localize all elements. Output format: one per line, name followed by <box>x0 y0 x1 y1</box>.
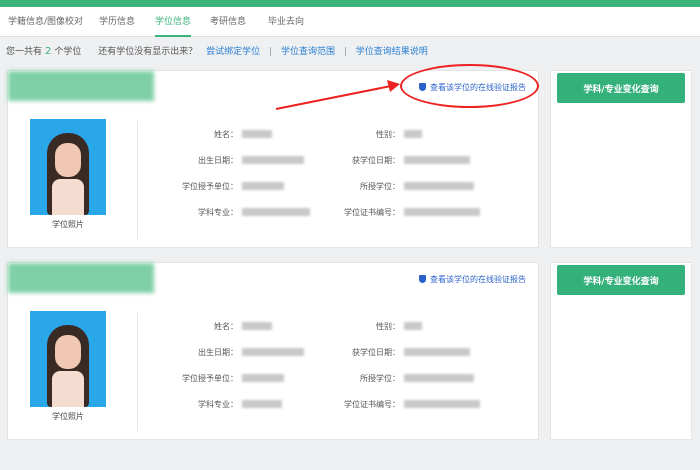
annotation-arrow-icon <box>275 80 400 110</box>
